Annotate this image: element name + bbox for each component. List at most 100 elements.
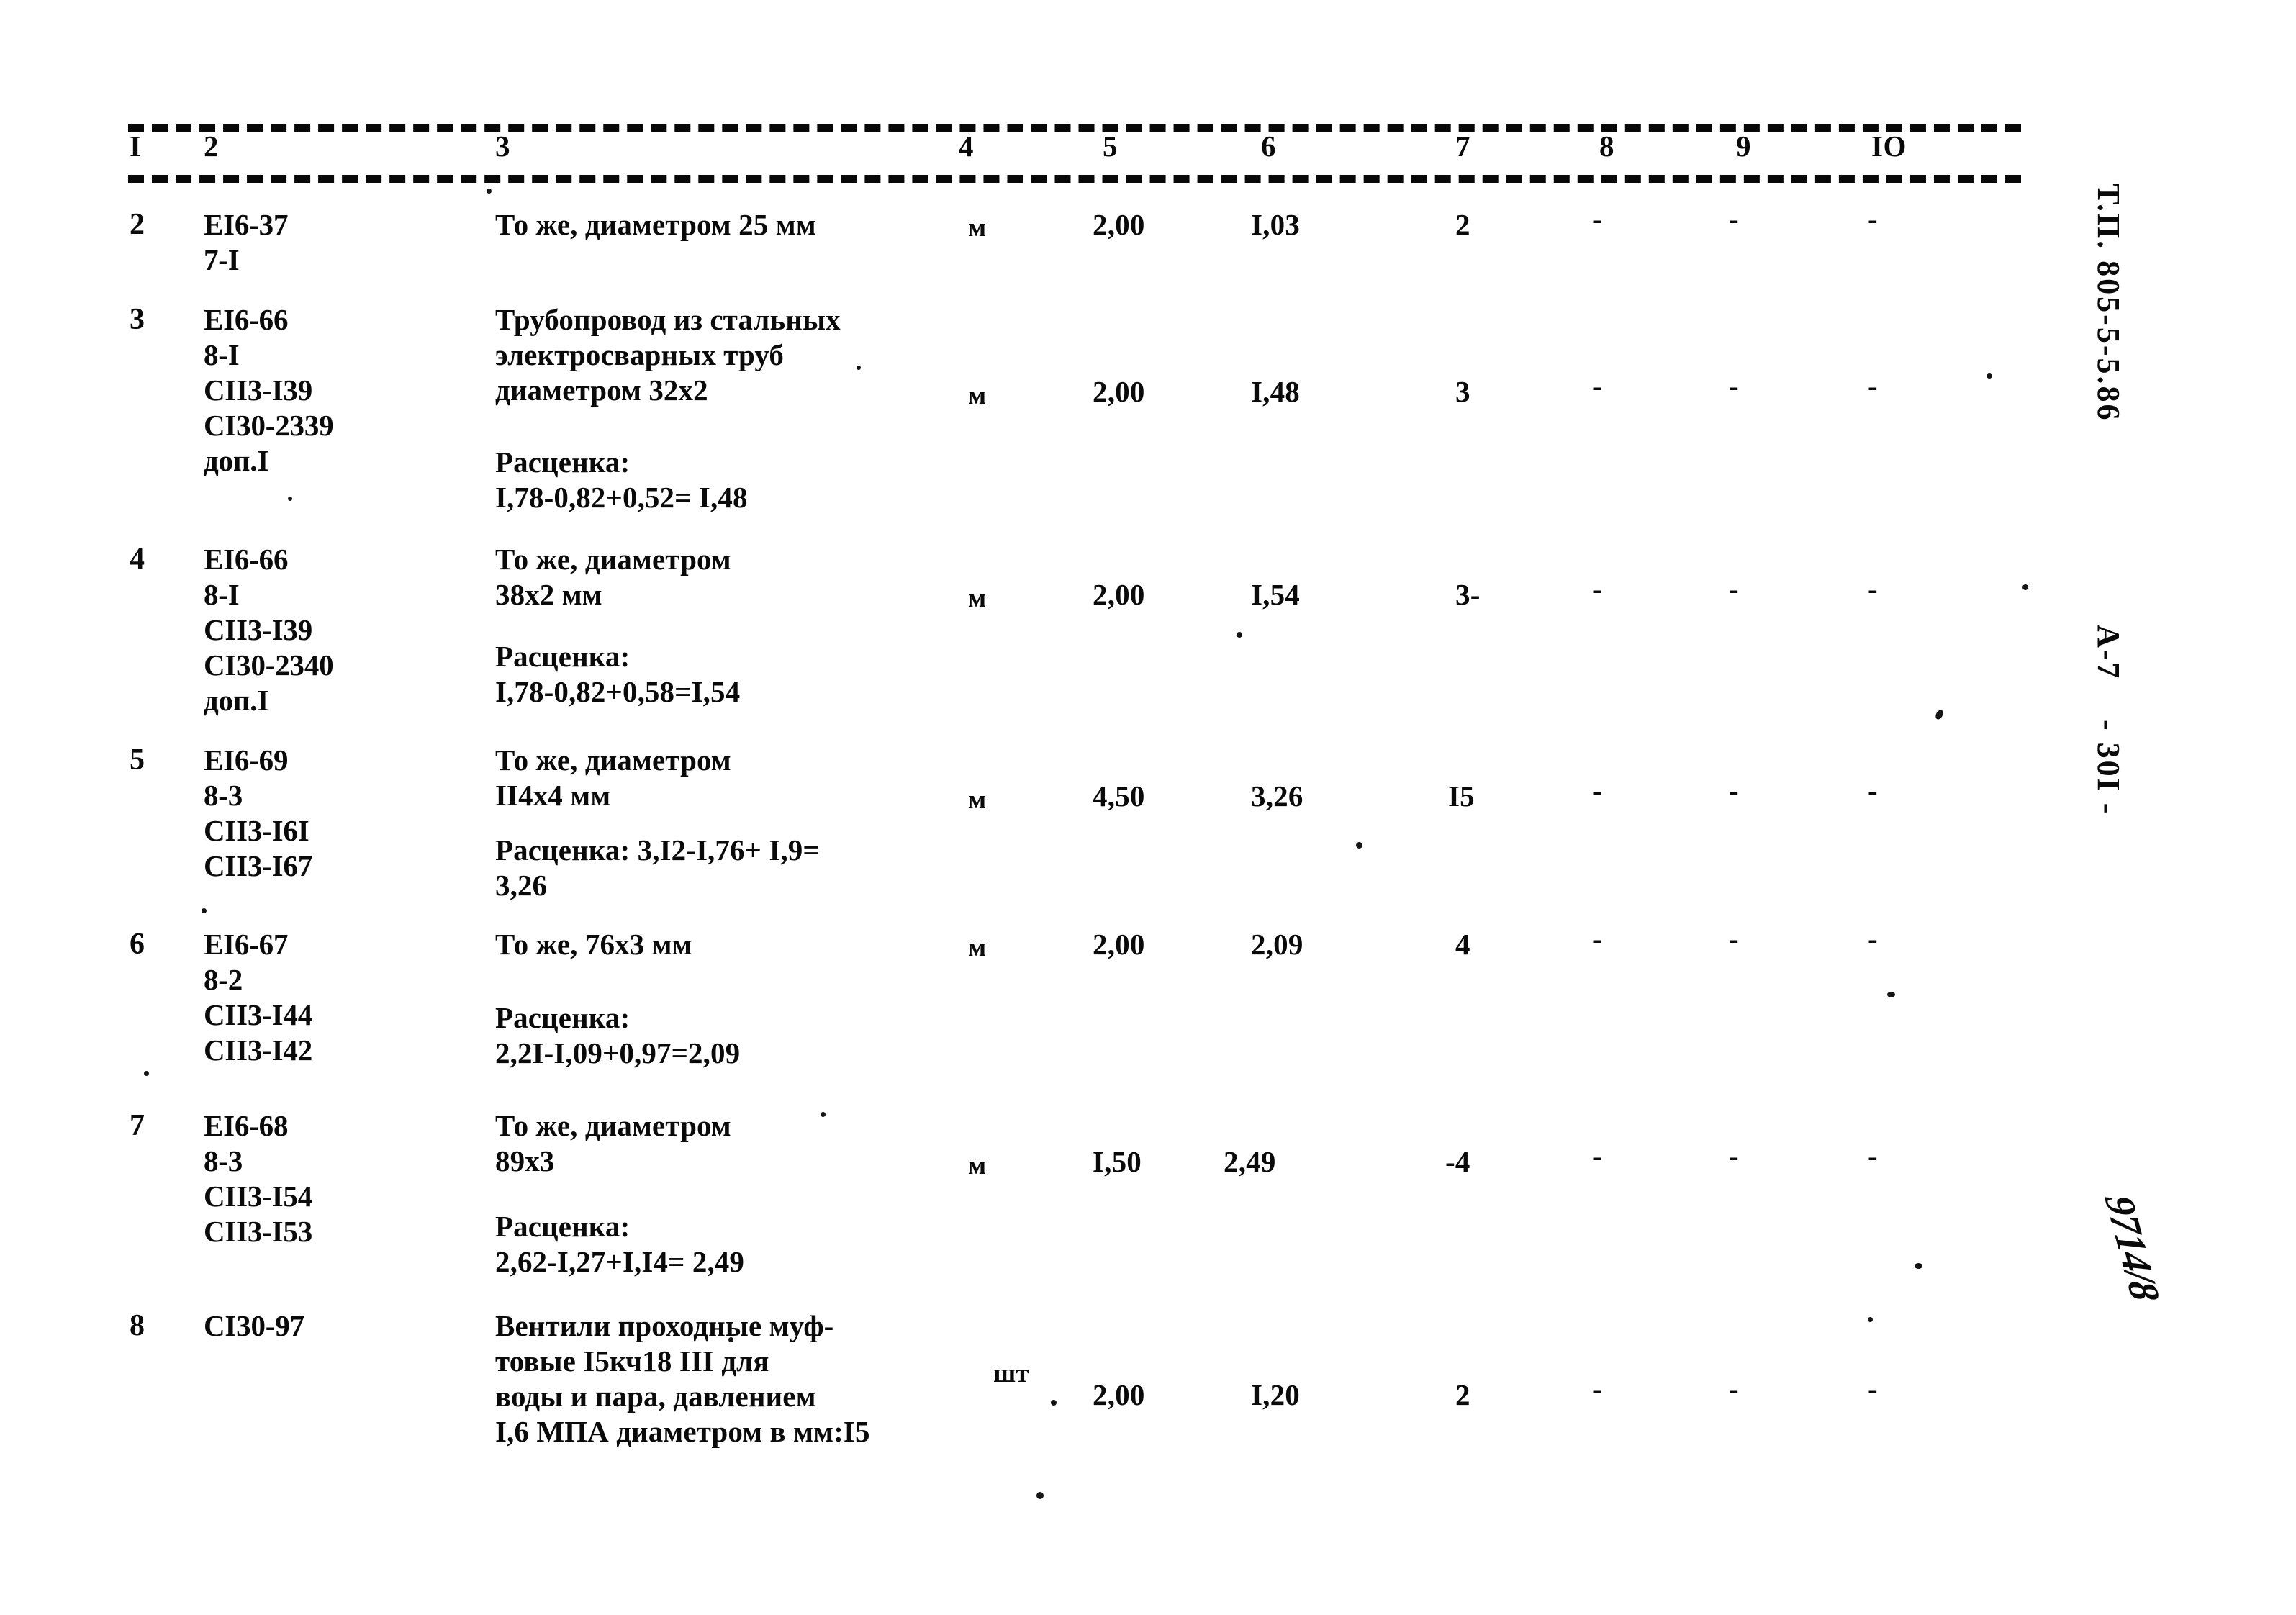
table-row-number: 8 xyxy=(130,1309,145,1342)
table-row-extra: Расценка: 3,I2-I,76+ I,9= 3,26 xyxy=(495,833,820,902)
table-row-col9: - xyxy=(1729,1372,1739,1406)
column-header-9: 9 xyxy=(1736,130,1751,163)
table-row-description: То же, диаметром 89х3 xyxy=(495,1109,731,1177)
table-row-number: 4 xyxy=(130,543,145,576)
scan-speckle xyxy=(1868,1317,1873,1322)
table-row-col7: -4 xyxy=(1445,1145,1470,1178)
table-row-col6: 3,26 xyxy=(1251,779,1303,813)
table-row-col8: - xyxy=(1592,202,1602,235)
table-row-col8: - xyxy=(1592,774,1602,807)
table-row-description: То же, диаметром 38х2 мм xyxy=(495,543,731,611)
scan-speckle xyxy=(202,908,207,913)
table-row-col5: 2,00 xyxy=(1093,1378,1145,1411)
margin-handwritten-number: 9714/8 xyxy=(2094,1195,2169,1301)
table-row-col8: - xyxy=(1592,1372,1602,1406)
scan-speckle xyxy=(288,497,292,501)
margin-project-code: Т.П. 805-5-5.86 xyxy=(2091,184,2126,422)
table-row-col9: - xyxy=(1729,202,1739,235)
table-row-unit: м xyxy=(968,933,987,962)
table-row-col5: 2,00 xyxy=(1093,578,1145,611)
table-row-col9: - xyxy=(1729,922,1739,955)
table-row-code: EI6-68 8-3 CII3-I54 CII3-I53 xyxy=(204,1109,313,1248)
column-header-6: 6 xyxy=(1261,130,1276,163)
table-row-description: То же, диаметром II4х4 мм xyxy=(495,743,731,812)
table-row-col10: - xyxy=(1868,369,1878,402)
scan-speckle xyxy=(857,366,861,370)
table-row-col7: 2 xyxy=(1455,208,1470,241)
table-row-extra: Расценка: I,78-0,82+0,52= I,48 xyxy=(495,445,748,514)
table-row-number: 3 xyxy=(130,303,145,336)
scan-speckle xyxy=(728,1337,733,1342)
table-row-number: 2 xyxy=(130,208,145,241)
table-row-code: EI6-66 8-I CII3-I39 CI30-2339 доп.I xyxy=(204,303,334,477)
column-header-5: 5 xyxy=(1103,130,1118,163)
table-row-unit: м xyxy=(968,381,987,410)
table-row-col6: I,54 xyxy=(1251,578,1301,611)
table-row-col6: I,20 xyxy=(1251,1378,1301,1411)
scan-speckle xyxy=(1237,632,1242,638)
table-row-col10: - xyxy=(1868,202,1878,235)
scan-speckle xyxy=(1987,373,1992,379)
scan-speckle xyxy=(821,1112,826,1117)
table-row-col5: 2,00 xyxy=(1093,928,1145,961)
table-row-col10: - xyxy=(1868,1372,1878,1406)
table-row-code: EI6-66 8-I CII3-I39 CI30-2340 доп.I xyxy=(204,543,334,717)
table-header-bottom-rule xyxy=(128,175,2021,183)
table-row-col9: - xyxy=(1729,774,1739,807)
table-row-col6: I,03 xyxy=(1251,208,1301,241)
table-row-col6: 2,09 xyxy=(1251,928,1303,961)
table-row-unit: м xyxy=(968,785,987,815)
margin-page-number: - 30I - xyxy=(2091,720,2126,816)
scan-speckle xyxy=(1934,708,1945,721)
scan-speckle xyxy=(2022,584,2028,590)
table-row-code: EI6-67 8-2 CII3-I44 CII3-I42 xyxy=(204,928,313,1067)
table-row-col8: - xyxy=(1592,1139,1602,1172)
document-page: I 2 3 4 5 6 7 8 9 IO 2 EI6-37 7-I То же,… xyxy=(0,0,2296,1615)
table-row-extra: Расценка: 2,2I-I,09+0,97=2,09 xyxy=(495,1001,741,1069)
scan-speckle xyxy=(144,1071,149,1076)
scan-speckle xyxy=(1051,1400,1057,1406)
column-header-4: 4 xyxy=(959,130,974,163)
table-row-col5: 2,00 xyxy=(1093,375,1145,408)
scan-speckle xyxy=(1915,1263,1922,1269)
column-header-3: 3 xyxy=(495,130,510,163)
table-row-code: CI30-97 xyxy=(204,1309,304,1342)
scan-speckle xyxy=(1356,842,1362,849)
table-row-description: Вентили проходные муф- товые I5кч18 III … xyxy=(495,1309,870,1448)
table-row-col10: - xyxy=(1868,922,1878,955)
column-header-7: 7 xyxy=(1455,130,1470,163)
table-row-unit: м xyxy=(968,1151,987,1180)
column-header-1: I xyxy=(130,130,142,163)
column-header-2: 2 xyxy=(204,130,219,163)
table-row-col10: - xyxy=(1868,572,1878,605)
table-row-col9: - xyxy=(1729,572,1739,605)
table-row-col8: - xyxy=(1592,572,1602,605)
table-row-code: EI6-69 8-3 CII3-I6I CII3-I67 xyxy=(204,743,313,882)
table-row-col7: 2 xyxy=(1455,1378,1470,1411)
margin-sheet-code: А-7 xyxy=(2091,625,2126,681)
table-row-col8: - xyxy=(1592,922,1602,955)
column-header-10: IO xyxy=(1871,130,1907,163)
table-row-col6: I,48 xyxy=(1251,375,1301,408)
scan-speckle xyxy=(1887,992,1895,998)
table-row-number: 5 xyxy=(130,743,145,777)
table-row-col6: 2,49 xyxy=(1224,1145,1276,1178)
table-row-description: То же, 76х3 мм xyxy=(495,928,692,961)
table-row-col7: 3- xyxy=(1455,578,1481,611)
table-row-number: 6 xyxy=(130,928,145,961)
table-row-col7: 4 xyxy=(1455,928,1470,961)
table-row-number: 7 xyxy=(130,1109,145,1142)
table-row-code: EI6-37 7-I xyxy=(204,208,289,276)
table-row-col10: - xyxy=(1868,1139,1878,1172)
table-row-unit: шт xyxy=(993,1359,1029,1388)
table-row-col5: 4,50 xyxy=(1093,779,1145,813)
table-row-col7: 3 xyxy=(1455,375,1470,408)
table-row-col5: I,50 xyxy=(1093,1145,1142,1178)
scan-speckle xyxy=(1036,1492,1044,1499)
scan-speckle xyxy=(487,189,492,194)
table-row-col10: - xyxy=(1868,774,1878,807)
table-row-unit: м xyxy=(968,213,987,243)
table-row-col9: - xyxy=(1729,369,1739,402)
table-row-col5: 2,00 xyxy=(1093,208,1145,241)
table-row-col9: - xyxy=(1729,1139,1739,1172)
